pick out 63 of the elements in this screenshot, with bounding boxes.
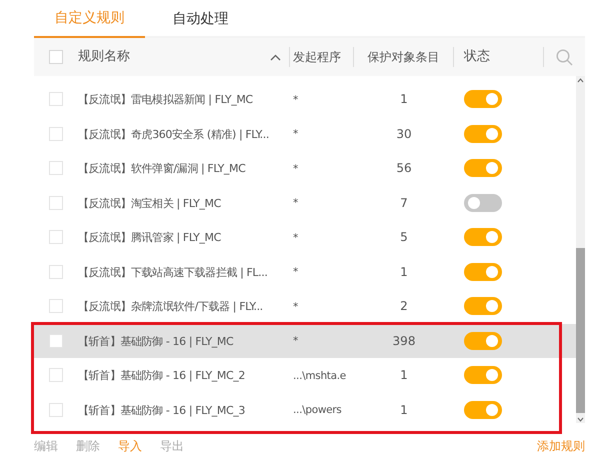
scroll-down-icon[interactable]: [577, 417, 584, 422]
table-cell: 【反流氓】腾讯管家 | FLY_MC: [78, 231, 221, 244]
table-cell: 【反流氓】淘宝相关 | FLY_MC: [78, 196, 221, 210]
toggle-switch[interactable]: [464, 124, 502, 143]
table-cell: ...\powers: [293, 404, 342, 416]
scrollbar[interactable]: [576, 76, 585, 423]
column-header[interactable]: 发起程序: [293, 48, 341, 66]
table-cell: 【反流氓】雷电模拟器新闻 | FLY_MC: [78, 93, 253, 106]
search-icon[interactable]: [556, 48, 573, 66]
table-cell-text: 56: [396, 160, 412, 178]
table-cell: *: [293, 335, 298, 348]
scroll-up-icon[interactable]: [577, 78, 584, 83]
toggle-switch[interactable]: [464, 194, 502, 212]
table-cell: *: [293, 266, 298, 278]
scrollbar-thumb[interactable]: [576, 248, 585, 413]
tab[interactable]: 自动处理: [145, 0, 256, 38]
toggle-switch[interactable]: [464, 400, 502, 419]
table-cell-text: 1: [400, 91, 408, 108]
table-cell: 【反流氓】杂牌流氓软件/下载器 | FLY...: [78, 300, 263, 313]
table-cell: 【斩首】基础防御 - 16 | FLY_MC_2: [78, 369, 245, 382]
toggle-switch[interactable]: [464, 297, 502, 316]
table-cell-text: 1: [400, 402, 408, 419]
table-cell: *: [293, 162, 298, 175]
table-cell: 【斩首】基础防御 - 16 | FLY_MC: [78, 334, 234, 348]
column-header[interactable]: 状态: [464, 47, 490, 67]
table-cell-text: 2: [400, 298, 408, 316]
checkbox[interactable]: [49, 196, 63, 210]
checkbox[interactable]: [49, 126, 63, 141]
toggle-switch[interactable]: [464, 228, 502, 246]
column-header[interactable]: 规则名称: [78, 47, 130, 67]
toggle-switch[interactable]: [464, 159, 502, 178]
checkbox[interactable]: [49, 230, 63, 244]
table-cell-text: 5: [400, 229, 408, 246]
selected-row[interactable]: 【斩首】基础防御 - 16 | FLY_MC * 398: [34, 324, 576, 358]
checkbox[interactable]: [49, 299, 63, 314]
table-cell-text: 7: [400, 194, 408, 212]
sort-icon[interactable]: [270, 54, 281, 60]
toggle-switch[interactable]: [464, 262, 502, 281]
table-cell-text: 1: [400, 264, 408, 281]
table-cell: 【反流氓】奇虎360安全系 (精准) | FLY...: [78, 128, 269, 140]
toggle-switch[interactable]: [464, 366, 502, 384]
table-cell: 【斩首】基础防御 - 16 | FLY_MC_3: [78, 404, 245, 416]
checkbox[interactable]: [49, 264, 63, 279]
checkbox[interactable]: [49, 368, 63, 382]
table-cell: 【反流氓】下载站高速下载器拦截 | FL...: [78, 266, 268, 278]
checkbox[interactable]: [49, 161, 63, 176]
column-header[interactable]: 保护对象条目: [368, 48, 440, 66]
checkbox[interactable]: [49, 92, 63, 106]
table-cell-text: 398: [392, 332, 416, 350]
checkbox[interactable]: [49, 402, 63, 417]
table-cell: ...\mshta.e: [293, 370, 346, 382]
checkbox[interactable]: [49, 50, 63, 64]
toggle-switch[interactable]: [464, 90, 502, 108]
table-cell: *: [293, 300, 298, 313]
table-cell: *: [293, 232, 298, 244]
table-cell: 【反流氓】软件弹窗/漏洞 | FLY_MC: [78, 162, 246, 175]
table-cell: *: [293, 94, 298, 106]
checkbox[interactable]: [49, 334, 63, 348]
table-cell-text: 1: [400, 367, 408, 384]
toggle-switch[interactable]: [464, 332, 502, 350]
table-cell-text: 30: [396, 126, 412, 143]
table-cell: *: [293, 128, 298, 140]
table-cell: *: [293, 197, 298, 210]
